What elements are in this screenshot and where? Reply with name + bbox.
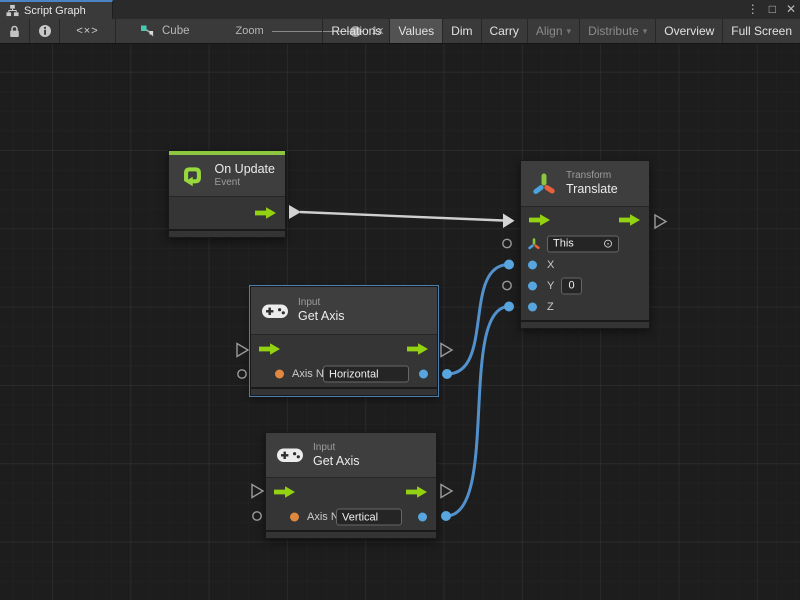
toolbar-buttons: Relations Values Dim Carry Align ▾ Distr…	[322, 19, 800, 43]
node-category: Input	[313, 442, 360, 454]
port-row-x: X	[521, 254, 649, 275]
zoom-label: Zoom	[236, 25, 264, 37]
window-close-icon[interactable]: ✕	[786, 0, 796, 19]
fullscreen-button[interactable]: Full Screen	[722, 19, 800, 43]
lock-icon	[9, 25, 20, 38]
node-get-axis-vertical[interactable]: Input Get Axis Axis Name Vertical	[265, 432, 437, 539]
node-footer	[169, 229, 285, 237]
z-input-port[interactable]	[528, 302, 537, 311]
transform-icon	[531, 171, 557, 197]
node-footer	[266, 530, 436, 538]
tab-bar: Script Graph ⋮ □ ✕	[0, 0, 800, 19]
relations-button[interactable]: Relations	[322, 19, 389, 43]
flow-output-port[interactable]	[407, 343, 428, 355]
graph-name: Cube	[162, 25, 190, 37]
node-subtitle: Event	[215, 177, 275, 189]
node-on-update[interactable]: On Update Event	[168, 150, 286, 238]
node-header[interactable]: Input Get Axis	[266, 433, 436, 478]
gamepad-icon	[261, 302, 289, 320]
node-get-axis-horizontal[interactable]: Input Get Axis Axis Name Horizontal	[250, 286, 438, 396]
graph-asset-icon	[140, 24, 156, 38]
info-button[interactable]	[30, 19, 60, 43]
distribute-dropdown[interactable]: Distribute ▾	[579, 19, 655, 43]
graph-breadcrumb[interactable]: Cube	[116, 19, 204, 43]
flow-row	[266, 478, 436, 506]
flow-output-port[interactable]	[406, 486, 427, 498]
flow-input-port[interactable]	[259, 343, 280, 355]
info-icon	[38, 24, 52, 38]
axis-name-field[interactable]: Vertical	[336, 509, 402, 526]
node-header[interactable]: Input Get Axis	[251, 287, 437, 335]
node-title: Get Axis	[298, 309, 345, 324]
values-button[interactable]: Values	[389, 19, 442, 43]
script-graph-window: Script Graph ⋮ □ ✕ <×>	[0, 0, 800, 600]
node-translate[interactable]: Transform Translate This	[520, 160, 650, 329]
carry-button[interactable]: Carry	[481, 19, 527, 43]
dim-button[interactable]: Dim	[442, 19, 480, 43]
node-header[interactable]: On Update Event	[169, 155, 285, 197]
result-output-port[interactable]	[418, 513, 427, 522]
node-header[interactable]: Transform Translate	[521, 161, 649, 207]
window-controls: ⋮ □ ✕	[747, 0, 796, 19]
transform-mini-icon	[527, 237, 541, 251]
node-title: On Update	[215, 162, 275, 177]
y-value-field[interactable]: 0	[561, 277, 582, 294]
flow-row	[251, 335, 437, 363]
toolbar: <×> Cube Zoom 1x Relations Values Dim Ca…	[0, 19, 800, 44]
node-title: Get Axis	[313, 454, 360, 469]
chevron-down-icon: ▾	[643, 26, 648, 37]
flow-input-port[interactable]	[274, 486, 295, 498]
overview-button[interactable]: Overview	[655, 19, 722, 43]
this-field[interactable]: This ⊙	[547, 235, 619, 252]
node-category: Transform	[566, 170, 618, 182]
tab-script-graph[interactable]: Script Graph	[0, 0, 113, 19]
node-category: Input	[298, 297, 345, 309]
node-footer	[251, 387, 437, 395]
flow-row	[521, 207, 649, 233]
port-row-z: Z	[521, 296, 649, 317]
on-update-event-icon	[179, 161, 206, 191]
flow-row	[169, 197, 285, 229]
y-input-port[interactable]	[528, 281, 537, 290]
graph-icon	[6, 4, 19, 17]
x-input-port[interactable]	[528, 260, 537, 269]
chevron-down-icon: ▾	[567, 26, 572, 37]
value-row: Axis Name Vertical	[266, 506, 436, 528]
port-label: X	[547, 259, 554, 271]
node-footer	[521, 320, 649, 328]
flow-output-port[interactable]	[619, 214, 640, 226]
port-label: Y	[547, 280, 554, 292]
node-title: Translate	[566, 182, 618, 197]
window-maximize-icon[interactable]: □	[769, 0, 776, 19]
port-label: Z	[547, 301, 554, 313]
flow-output-port[interactable]	[255, 207, 276, 219]
axis-name-input-port[interactable]	[275, 370, 284, 379]
axis-name-input-port[interactable]	[290, 513, 299, 522]
code-toggle-button[interactable]: <×>	[60, 19, 116, 43]
axis-name-field[interactable]: Horizontal	[323, 366, 409, 383]
align-dropdown[interactable]: Align ▾	[527, 19, 579, 43]
tab-title: Script Graph	[24, 5, 86, 17]
gamepad-icon	[276, 446, 304, 464]
value-row: Axis Name Horizontal	[251, 363, 437, 385]
graph-canvas[interactable]: On Update Event Transform	[0, 44, 800, 600]
object-picker-icon[interactable]: ⊙	[603, 238, 613, 250]
flow-input-port[interactable]	[529, 214, 550, 226]
lock-button[interactable]	[0, 19, 30, 43]
this-row: This ⊙	[521, 233, 649, 254]
result-output-port[interactable]	[419, 370, 428, 379]
port-row-y: Y 0	[521, 275, 649, 296]
window-menu-icon[interactable]: ⋮	[747, 0, 759, 19]
